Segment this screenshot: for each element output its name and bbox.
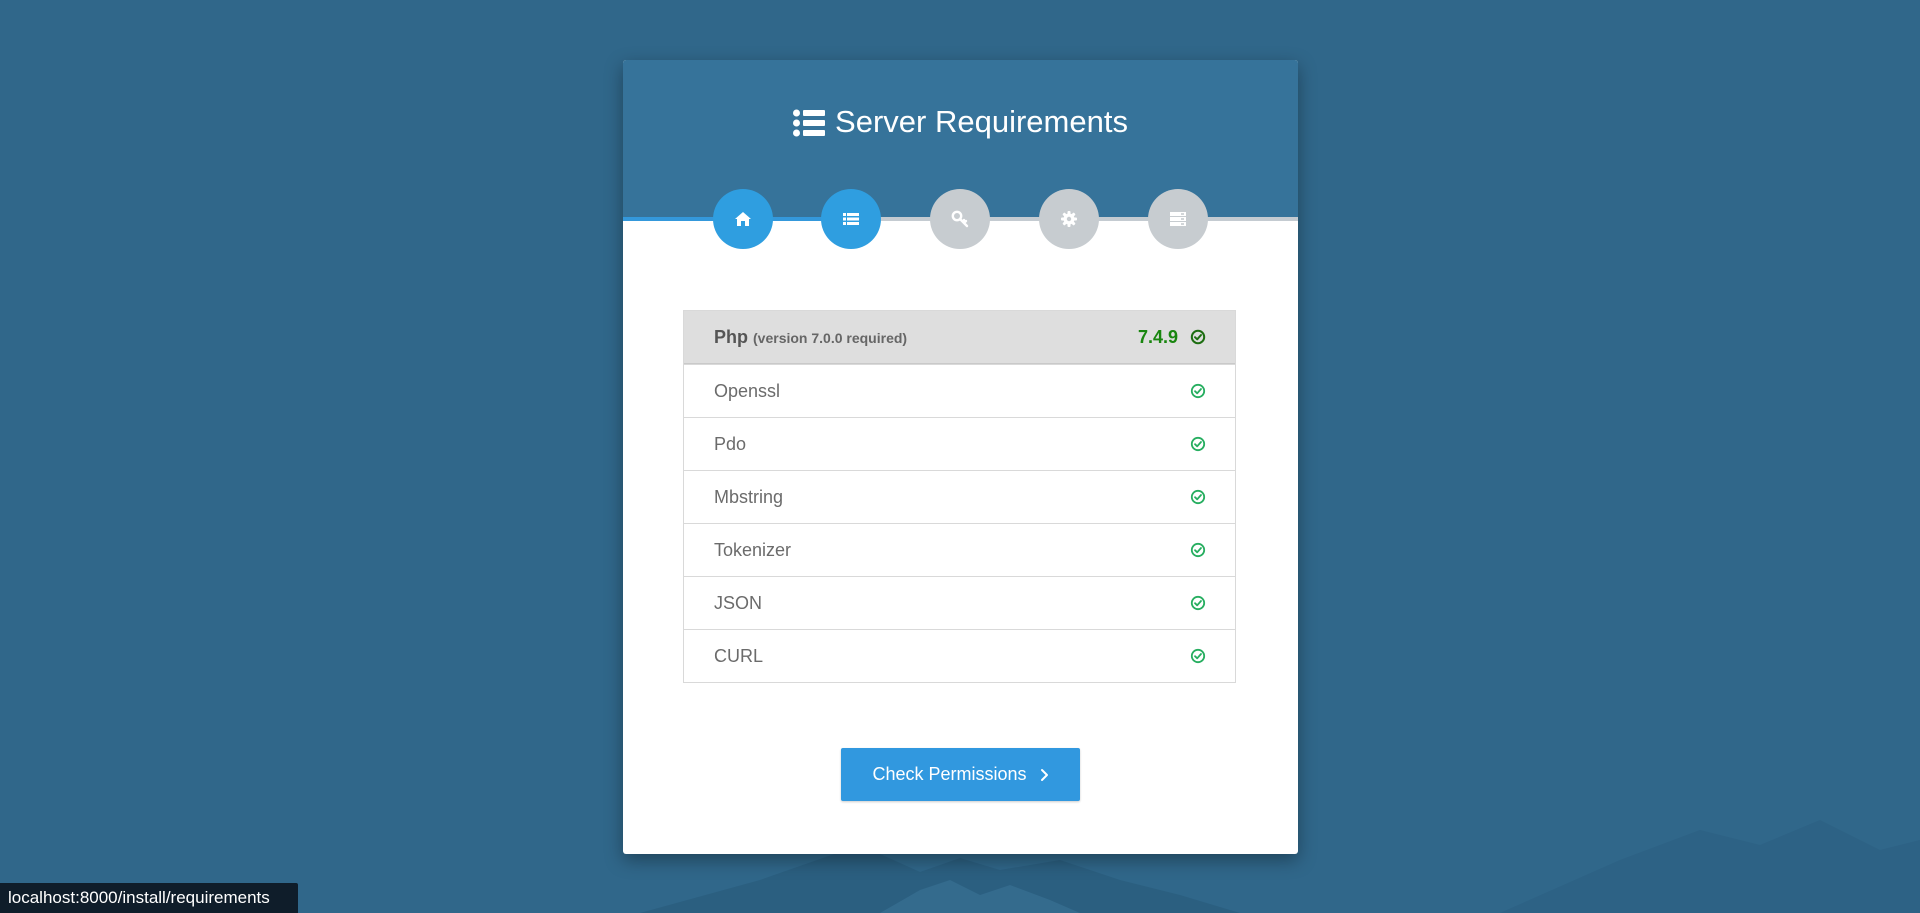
check-permissions-button[interactable]: Check Permissions: [841, 748, 1080, 801]
check-circle-icon: [1190, 489, 1206, 505]
requirement-label: Pdo: [714, 433, 747, 454]
requirements-table: Php (version 7.0.0 required) 7.4.9 Opens…: [683, 310, 1236, 683]
step-settings[interactable]: [1039, 189, 1099, 249]
requirement-label: Tokenizer: [714, 539, 792, 560]
server-icon: [1170, 212, 1186, 226]
check-permissions-label: Check Permissions: [872, 764, 1027, 784]
requirement-row: Mbstring: [684, 470, 1235, 523]
step-welcome[interactable]: [713, 189, 773, 249]
installer-card: Server Requirements Php (version 7.0.0 r…: [623, 60, 1298, 854]
step-database[interactable]: [1148, 189, 1208, 249]
check-circle-icon: [1190, 383, 1206, 399]
requirement-label: JSON: [714, 592, 763, 613]
requirement-row: Openssl: [684, 364, 1235, 417]
check-circle-icon: [1190, 648, 1206, 664]
check-circle-icon: [1190, 329, 1206, 345]
php-version-note: (version 7.0.0 required): [753, 329, 908, 346]
gear-icon: [1061, 211, 1077, 227]
page-title-text: Server Requirements: [835, 104, 1128, 139]
check-circle-icon: [1190, 595, 1206, 611]
check-circle-icon: [1190, 542, 1206, 558]
list-icon: [793, 107, 826, 137]
key-icon: [951, 210, 969, 228]
requirement-row: JSON: [684, 576, 1235, 629]
chevron-right-icon: [1040, 768, 1048, 781]
requirement-label: Mbstring: [714, 486, 784, 507]
list-icon: [843, 213, 859, 225]
requirement-row: CURL: [684, 629, 1235, 682]
home-icon: [735, 212, 751, 226]
php-version: 7.4.9: [1137, 326, 1178, 347]
step-environment[interactable]: [930, 189, 990, 249]
page-title: Server Requirements: [623, 102, 1298, 142]
php-requirement-row: Php (version 7.0.0 required) 7.4.9: [684, 311, 1235, 364]
php-label-group: Php (version 7.0.0 required): [714, 327, 907, 348]
php-label: Php: [714, 326, 748, 347]
requirement-row: Pdo: [684, 417, 1235, 470]
php-status-group: 7.4.9: [1138, 327, 1206, 348]
step-requirements[interactable]: [821, 189, 881, 249]
check-circle-icon: [1190, 436, 1206, 452]
requirement-label: CURL: [714, 645, 764, 666]
browser-status-bar: localhost:8000/install/requirements: [0, 883, 298, 913]
status-url: localhost:8000/install/requirements: [8, 888, 270, 907]
requirement-row: Tokenizer: [684, 523, 1235, 576]
requirement-label: Openssl: [714, 380, 781, 401]
